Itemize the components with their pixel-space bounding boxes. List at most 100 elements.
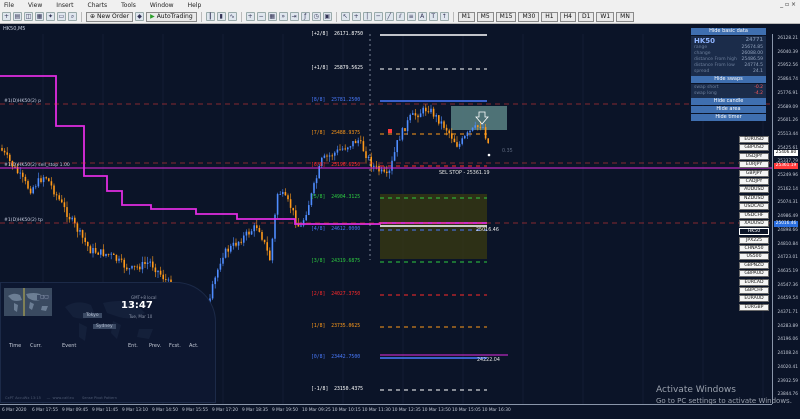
symbol-button-gbpusd[interactable]: GBPUSD: [739, 144, 769, 152]
fibonacci-icon[interactable]: ≡: [406, 12, 416, 21]
symbol-button-gbpchf[interactable]: GBPCHF: [739, 287, 769, 295]
candle-body: [149, 261, 151, 263]
candle-body: [323, 155, 326, 158]
symbol-button-audusd[interactable]: AUDUSD: [739, 186, 769, 194]
symbol-button-us500[interactable]: US500: [739, 253, 769, 261]
candle-body: [230, 245, 232, 252]
candle-body: [487, 138, 489, 144]
candle-body: [45, 177, 47, 179]
metaeditor-icon[interactable]: ◆: [135, 12, 145, 21]
symbol-button-usdjpy[interactable]: USDJPY: [739, 152, 769, 160]
hide-area-button[interactable]: Hide area: [691, 106, 766, 113]
new-chart-icon[interactable]: +: [2, 12, 11, 21]
arrows-icon[interactable]: ↑: [439, 12, 449, 21]
indicators-icon[interactable]: ƒ: [300, 12, 310, 21]
symbol-button-usdcad[interactable]: USDCAD: [739, 203, 769, 211]
terminal-icon[interactable]: ▭: [57, 12, 66, 21]
data-window-icon[interactable]: ▦: [35, 12, 44, 21]
new-order-label: New Order: [97, 12, 130, 20]
symbol-button-eurusd[interactable]: EURUSD: [739, 136, 769, 143]
candle-body: [406, 120, 409, 132]
period-h1[interactable]: H1: [541, 11, 558, 22]
zoom-out-icon[interactable]: −: [256, 12, 266, 21]
menu-window[interactable]: Window: [150, 2, 174, 9]
zoom-in-icon[interactable]: +: [245, 12, 255, 21]
period-mn[interactable]: MN: [616, 11, 634, 22]
line-chart-icon[interactable]: ∿: [227, 12, 237, 21]
candle-body: [380, 169, 383, 172]
tile-windows-icon[interactable]: ▦: [267, 12, 277, 21]
symbol-button-eurjpy[interactable]: EURJPY: [739, 161, 769, 169]
symbol-button-nzdusd[interactable]: NZDUSD: [739, 194, 769, 202]
candle-body: [300, 225, 302, 227]
period-m5[interactable]: M5: [476, 11, 494, 22]
period-m30[interactable]: M30: [518, 11, 540, 22]
menu-insert[interactable]: Insert: [56, 2, 73, 9]
symbol-button-gbpnzd[interactable]: GBPNZD: [739, 261, 769, 269]
symbol-button-cadjpy[interactable]: CADJPY: [739, 177, 769, 185]
navigator-icon[interactable]: ✦: [46, 12, 55, 21]
periods-icon[interactable]: ◷: [311, 12, 321, 21]
symbol-button-jpx225[interactable]: JPX225: [739, 236, 769, 244]
candle-body: [22, 172, 24, 177]
candle-body: [154, 267, 157, 273]
candlestick-icon[interactable]: ▮: [216, 12, 226, 21]
tp-price-tag: 25016.46: [774, 221, 798, 227]
period-h4[interactable]: H4: [559, 11, 576, 22]
templates-icon[interactable]: ▣: [322, 12, 332, 21]
menu-help[interactable]: Help: [188, 2, 202, 9]
trendline-icon[interactable]: ╱: [384, 12, 394, 21]
candle-body: [79, 230, 81, 232]
autoscroll-icon[interactable]: »: [278, 12, 288, 21]
period-m1[interactable]: M1: [457, 11, 475, 22]
text-label-icon[interactable]: T: [428, 12, 438, 21]
tester-icon[interactable]: ⌕: [68, 12, 77, 21]
menu-view[interactable]: View: [28, 2, 42, 9]
text-icon[interactable]: A: [417, 12, 427, 21]
symbol-button-gbpjpy[interactable]: GBPJPY: [739, 169, 769, 177]
candle-body: [432, 108, 435, 117]
autotrading-button[interactable]: ▶ AutoTrading: [146, 11, 197, 22]
bar-chart-icon[interactable]: ┃: [205, 12, 215, 21]
candle-body: [133, 265, 136, 267]
vertical-line-icon[interactable]: │: [362, 12, 372, 21]
candle-body: [308, 205, 310, 215]
candle-body: [461, 138, 463, 144]
candle-body: [339, 149, 341, 151]
cursor-icon[interactable]: ↖: [340, 12, 350, 21]
candle-body: [336, 149, 339, 153]
candle-body: [396, 140, 398, 153]
menu-charts[interactable]: Charts: [88, 2, 108, 9]
symbol-button-euraud[interactable]: EURAUD: [739, 295, 769, 303]
menu-file[interactable]: File: [4, 2, 14, 9]
symbol-button-xauusd[interactable]: XAUUSD: [739, 219, 769, 227]
new-order-button[interactable]: ⊕ New Order: [86, 11, 134, 22]
horizontal-line-icon[interactable]: ─: [373, 12, 383, 21]
symbol-button-eurgbp[interactable]: EURGBP: [739, 303, 769, 311]
candle-body: [6, 152, 8, 155]
crosshair-icon[interactable]: +: [351, 12, 361, 21]
time-tick-label: 9 Mar 18:35: [242, 408, 268, 413]
chart-shift-icon[interactable]: ⇥: [289, 12, 299, 21]
hide-swaps-button[interactable]: Hide swaps: [691, 76, 766, 83]
hide-basic-data-button[interactable]: Hide basic data: [691, 28, 766, 35]
candle-body: [443, 121, 445, 128]
period-m15[interactable]: M15: [495, 11, 517, 22]
symbol-button-eurcad[interactable]: EURCAD: [739, 278, 769, 286]
market-sydney: Sydney: [93, 324, 116, 329]
window-controls[interactable]: _ ▫ ×: [780, 1, 796, 8]
hide-candle-button[interactable]: Hide candle: [691, 98, 766, 105]
symbol-button-usdchf[interactable]: USDCHF: [739, 211, 769, 219]
market-watch-icon[interactable]: ◫: [24, 12, 33, 21]
period-w1[interactable]: W1: [596, 11, 615, 22]
info-key: spread: [694, 69, 710, 74]
equidistant-channel-icon[interactable]: ⫽: [395, 12, 405, 21]
symbol-button-chna50[interactable]: CHNA50: [739, 245, 769, 253]
period-d1[interactable]: D1: [577, 11, 595, 22]
profiles-icon[interactable]: ▤: [13, 12, 22, 21]
candle-body: [240, 241, 242, 243]
menu-tools[interactable]: Tools: [121, 2, 136, 9]
symbol-button-hk50[interactable]: HK50: [739, 228, 769, 236]
symbol-button-gbpaud[interactable]: GBPAUD: [739, 270, 769, 278]
hide-timer-button[interactable]: Hide timer: [691, 114, 766, 121]
